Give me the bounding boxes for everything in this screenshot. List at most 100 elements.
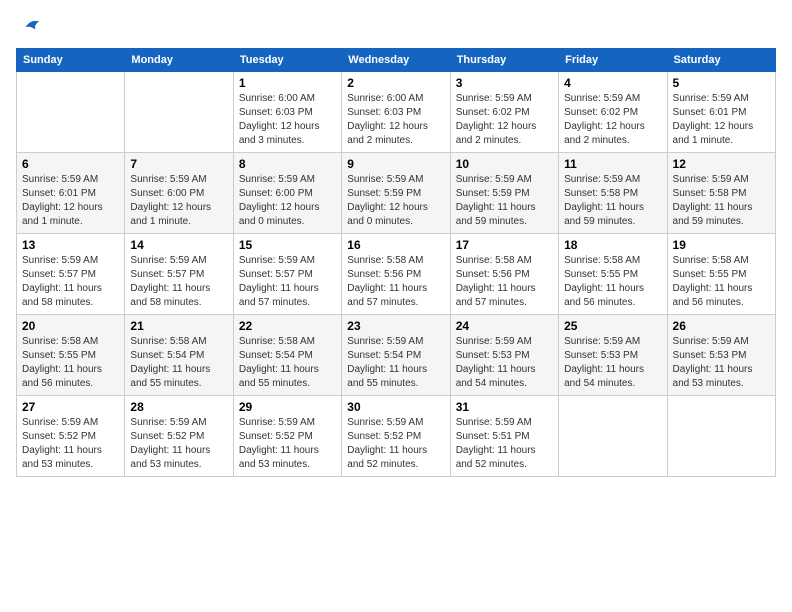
- calendar-cell: 19Sunrise: 5:58 AMSunset: 5:55 PMDayligh…: [667, 234, 775, 315]
- day-detail: Sunrise: 5:59 AMSunset: 5:52 PMDaylight:…: [130, 416, 227, 472]
- weekday-header-monday: Monday: [125, 49, 233, 72]
- calendar-cell: 7Sunrise: 5:59 AMSunset: 6:00 PMDaylight…: [125, 153, 233, 234]
- day-number: 24: [456, 319, 553, 333]
- day-detail: Sunrise: 5:59 AMSunset: 6:02 PMDaylight:…: [564, 92, 661, 148]
- calendar-cell: 11Sunrise: 5:59 AMSunset: 5:58 PMDayligh…: [559, 153, 667, 234]
- calendar-cell: 16 Sunrise: 5:58 AMSunset: 5:56 PMDayligh…: [342, 234, 450, 315]
- calendar-cell: [667, 396, 775, 477]
- day-number: 16: [347, 238, 444, 252]
- day-detail: Sunrise: 5:59 AMSunset: 6:01 PMDaylight:…: [22, 173, 119, 229]
- day-number: 3: [456, 76, 553, 90]
- calendar-cell: 10Sunrise: 5:59 AMSunset: 5:59 PMDayligh…: [450, 153, 558, 234]
- day-number: 30: [347, 400, 444, 414]
- day-number: 31: [456, 400, 553, 414]
- weekday-header-sunday: Sunday: [17, 49, 125, 72]
- day-detail: Sunrise: 5:59 AMSunset: 5:52 PMDaylight:…: [347, 416, 444, 472]
- weekday-header-tuesday: Tuesday: [233, 49, 341, 72]
- calendar-cell: 12 Sunrise: 5:59 AMSunset: 5:58 PMDayligh…: [667, 153, 775, 234]
- calendar-cell: [125, 72, 233, 153]
- calendar-week-1: 1 Sunrise: 6:00 AMSunset: 6:03 PMDaylight…: [17, 72, 776, 153]
- day-detail: Sunrise: 5:59 AMSunset: 6:00 PMDaylight:…: [130, 173, 227, 229]
- day-number: 2: [347, 76, 444, 90]
- day-number: 14: [130, 238, 227, 252]
- calendar-cell: 3 Sunrise: 5:59 AMSunset: 6:02 PMDaylight…: [450, 72, 558, 153]
- day-detail: Sunrise: 6:00 AMSunset: 6:03 PMDaylight:…: [239, 92, 336, 148]
- weekday-header-wednesday: Wednesday: [342, 49, 450, 72]
- day-detail: Sunrise: 5:59 AMSunset: 6:02 PMDaylight:…: [456, 92, 553, 148]
- calendar-cell: 5 Sunrise: 5:59 AMSunset: 6:01 PMDaylight…: [667, 72, 775, 153]
- day-number: 4: [564, 76, 661, 90]
- calendar-cell: 25 Sunrise: 5:59 AMSunset: 5:53 PMDayligh…: [559, 315, 667, 396]
- calendar-cell: 22 Sunrise: 5:58 AMSunset: 5:54 PMDayligh…: [233, 315, 341, 396]
- calendar-cell: 31 Sunrise: 5:59 AMSunset: 5:51 PMDayligh…: [450, 396, 558, 477]
- calendar-cell: 26Sunrise: 5:59 AMSunset: 5:53 PMDayligh…: [667, 315, 775, 396]
- calendar-cell: 4 Sunrise: 5:59 AMSunset: 6:02 PMDaylight…: [559, 72, 667, 153]
- day-detail: Sunrise: 5:59 AMSunset: 5:57 PMDaylight:…: [22, 254, 119, 310]
- calendar-week-2: 6Sunrise: 5:59 AMSunset: 6:01 PMDaylight…: [17, 153, 776, 234]
- day-number: 8: [239, 157, 336, 171]
- calendar-cell: 17Sunrise: 5:58 AMSunset: 5:56 PMDayligh…: [450, 234, 558, 315]
- weekday-header-saturday: Saturday: [667, 49, 775, 72]
- day-number: 21: [130, 319, 227, 333]
- calendar-cell: 14 Sunrise: 5:59 AMSunset: 5:57 PMDayligh…: [125, 234, 233, 315]
- day-detail: Sunrise: 5:59 AMSunset: 5:53 PMDaylight:…: [564, 335, 661, 391]
- calendar-cell: 27 Sunrise: 5:59 AMSunset: 5:52 PMDayligh…: [17, 396, 125, 477]
- calendar-cell: 21 Sunrise: 5:58 AMSunset: 5:54 PMDayligh…: [125, 315, 233, 396]
- calendar-cell: 23 Sunrise: 5:59 AMSunset: 5:54 PMDayligh…: [342, 315, 450, 396]
- calendar-cell: 15Sunrise: 5:59 AMSunset: 5:57 PMDayligh…: [233, 234, 341, 315]
- day-detail: Sunrise: 5:58 AMSunset: 5:54 PMDaylight:…: [130, 335, 227, 391]
- calendar-cell: [17, 72, 125, 153]
- calendar-cell: 2 Sunrise: 6:00 AMSunset: 6:03 PMDaylight…: [342, 72, 450, 153]
- day-number: 9: [347, 157, 444, 171]
- day-detail: Sunrise: 5:59 AMSunset: 5:51 PMDaylight:…: [456, 416, 553, 472]
- day-detail: Sunrise: 6:00 AMSunset: 6:03 PMDaylight:…: [347, 92, 444, 148]
- calendar-header: SundayMondayTuesdayWednesdayThursdayFrid…: [17, 49, 776, 72]
- day-detail: Sunrise: 5:59 AMSunset: 6:01 PMDaylight:…: [673, 92, 770, 148]
- page-header: [16, 16, 776, 38]
- calendar-cell: 18Sunrise: 5:58 AMSunset: 5:55 PMDayligh…: [559, 234, 667, 315]
- calendar-cell: 8 Sunrise: 5:59 AMSunset: 6:00 PMDaylight…: [233, 153, 341, 234]
- calendar-cell: 6Sunrise: 5:59 AMSunset: 6:01 PMDaylight…: [17, 153, 125, 234]
- day-number: 29: [239, 400, 336, 414]
- day-number: 13: [22, 238, 119, 252]
- day-detail: Sunrise: 5:59 AMSunset: 5:52 PMDaylight:…: [239, 416, 336, 472]
- day-detail: Sunrise: 5:59 AMSunset: 5:59 PMDaylight:…: [347, 173, 444, 229]
- calendar-cell: 9 Sunrise: 5:59 AMSunset: 5:59 PMDaylight…: [342, 153, 450, 234]
- day-number: 22: [239, 319, 336, 333]
- day-detail: Sunrise: 5:59 AMSunset: 5:52 PMDaylight:…: [22, 416, 119, 472]
- day-number: 11: [564, 157, 661, 171]
- calendar-cell: 1 Sunrise: 6:00 AMSunset: 6:03 PMDaylight…: [233, 72, 341, 153]
- day-number: 17: [456, 238, 553, 252]
- day-number: 26: [673, 319, 770, 333]
- day-number: 20: [22, 319, 119, 333]
- day-number: 1: [239, 76, 336, 90]
- weekday-header-thursday: Thursday: [450, 49, 558, 72]
- day-detail: Sunrise: 5:59 AMSunset: 5:57 PMDaylight:…: [130, 254, 227, 310]
- logo-bird-icon: [20, 16, 42, 38]
- day-number: 27: [22, 400, 119, 414]
- day-detail: Sunrise: 5:59 AMSunset: 5:59 PMDaylight:…: [456, 173, 553, 229]
- day-detail: Sunrise: 5:59 AMSunset: 6:00 PMDaylight:…: [239, 173, 336, 229]
- day-detail: Sunrise: 5:58 AMSunset: 5:56 PMDaylight:…: [347, 254, 444, 310]
- calendar-cell: 13 Sunrise: 5:59 AMSunset: 5:57 PMDayligh…: [17, 234, 125, 315]
- day-number: 25: [564, 319, 661, 333]
- day-number: 28: [130, 400, 227, 414]
- day-number: 23: [347, 319, 444, 333]
- weekday-header-friday: Friday: [559, 49, 667, 72]
- day-detail: Sunrise: 5:58 AMSunset: 5:55 PMDaylight:…: [22, 335, 119, 391]
- calendar-cell: 28 Sunrise: 5:59 AMSunset: 5:52 PMDayligh…: [125, 396, 233, 477]
- day-number: 12: [673, 157, 770, 171]
- day-number: 5: [673, 76, 770, 90]
- day-detail: Sunrise: 5:59 AMSunset: 5:54 PMDaylight:…: [347, 335, 444, 391]
- calendar-week-3: 13 Sunrise: 5:59 AMSunset: 5:57 PMDayligh…: [17, 234, 776, 315]
- calendar-cell: 20 Sunrise: 5:58 AMSunset: 5:55 PMDayligh…: [17, 315, 125, 396]
- day-number: 18: [564, 238, 661, 252]
- calendar-cell: 30 Sunrise: 5:59 AMSunset: 5:52 PMDayligh…: [342, 396, 450, 477]
- calendar-week-4: 20 Sunrise: 5:58 AMSunset: 5:55 PMDayligh…: [17, 315, 776, 396]
- day-number: 15: [239, 238, 336, 252]
- day-number: 19: [673, 238, 770, 252]
- day-detail: Sunrise: 5:58 AMSunset: 5:54 PMDaylight:…: [239, 335, 336, 391]
- day-detail: Sunrise: 5:59 AMSunset: 5:58 PMDaylight:…: [673, 173, 770, 229]
- calendar-body: 1 Sunrise: 6:00 AMSunset: 6:03 PMDaylight…: [17, 72, 776, 477]
- calendar-week-5: 27 Sunrise: 5:59 AMSunset: 5:52 PMDayligh…: [17, 396, 776, 477]
